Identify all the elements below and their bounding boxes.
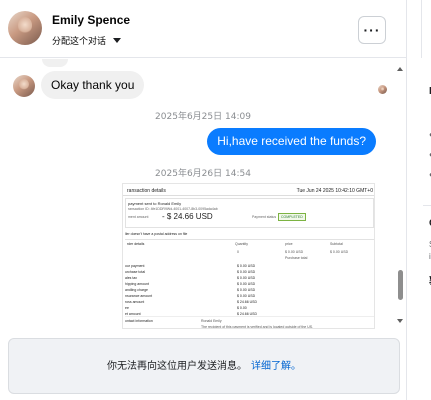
col-price: price bbox=[285, 242, 293, 246]
message-timestamp: 2025年6月26日 14:54 bbox=[155, 169, 251, 179]
read-receipt-avatar bbox=[378, 85, 387, 94]
cannot-message-text: 你无法再向这位用户发送消息。 bbox=[107, 361, 247, 372]
order-details-label: rder details bbox=[127, 242, 145, 246]
receipt-order-details: rder details Quantity price Subtotal 0 $… bbox=[125, 239, 374, 261]
scroll-down-arrow-icon[interactable] bbox=[397, 319, 403, 323]
col-subtotal: Subtotal bbox=[330, 242, 343, 246]
receipt-date: Tue Jun 24 2025 10:42:10 GMT+0 bbox=[296, 188, 373, 194]
receipt-sent-to: payment sent to Ronald Emily bbox=[128, 201, 182, 206]
assign-conversation-dropdown[interactable]: 分配这个对话 bbox=[52, 34, 122, 47]
transaction-receipt-image[interactable]: ransaction details Tue Jun 24 2025 10:42… bbox=[122, 183, 375, 329]
sender-avatar bbox=[13, 75, 35, 97]
messenger-window: Emily Spence 分配这个对话 ··· Okay thank you 2… bbox=[0, 0, 431, 400]
right-panel-divider bbox=[423, 205, 431, 206]
right-details-panel: F ● ● ● C S i 敦 bbox=[406, 0, 431, 400]
order-price: $ 0.00 USD bbox=[285, 250, 304, 254]
message-timestamp: 2025年6月25日 14:09 bbox=[155, 112, 251, 122]
receipt-header: ransaction details Tue Jun 24 2025 10:42… bbox=[123, 186, 374, 196]
cannot-message-notice: 你无法再向这位用户发送消息。 详细了解。 bbox=[8, 338, 400, 394]
more-options-button[interactable]: ··· bbox=[358, 16, 386, 44]
order-qty: 0 bbox=[237, 250, 239, 254]
caret-down-icon bbox=[113, 38, 122, 43]
contact-avatar[interactable] bbox=[8, 11, 42, 45]
scrollbar-thumb[interactable] bbox=[398, 270, 403, 300]
receipt-title: ransaction details bbox=[127, 188, 166, 194]
receipt-status-label: Payment status bbox=[252, 215, 277, 219]
order-handling: Purchase total bbox=[285, 256, 308, 260]
receipt-contact-info: ontact information Ronald Emily The reci… bbox=[125, 316, 374, 329]
outgoing-message[interactable]: Hi,have received the funds? bbox=[207, 128, 376, 155]
receipt-note: ller doesn't have a postal address on fi… bbox=[125, 232, 188, 236]
contact-info-desc: The recipient of this payment is verifie… bbox=[201, 325, 314, 329]
col-quantity: Quantity bbox=[235, 242, 249, 246]
previous-message-bubble bbox=[42, 59, 68, 67]
contact-info-name: Ronald Emily bbox=[201, 319, 222, 323]
order-subtotal: $ 0.00 USD bbox=[330, 250, 349, 254]
receipt-summary: payment sent to Ronald Emily ransaction … bbox=[125, 198, 374, 228]
contact-name[interactable]: Emily Spence bbox=[52, 13, 130, 27]
conversation-header: Emily Spence 分配这个对话 ··· bbox=[0, 0, 406, 58]
receipt-transaction-id: ransaction ID: 4fe1DDR9Wd-4001-4007-8b3-… bbox=[128, 207, 218, 211]
incoming-message[interactable]: Okay thank you bbox=[41, 71, 145, 99]
assign-conversation-label: 分配这个对话 bbox=[52, 37, 107, 47]
scroll-up-arrow-icon[interactable] bbox=[397, 67, 403, 71]
right-panel-header bbox=[421, 0, 431, 58]
receipt-amount-label: ment amount bbox=[128, 215, 149, 219]
receipt-status-badge: COMPLETED bbox=[278, 213, 306, 221]
contact-info-label: ontact information bbox=[125, 319, 153, 323]
more-dots-icon: ··· bbox=[363, 22, 381, 38]
message-thread[interactable]: Okay thank you 2025年6月25日 14:09 Hi,have … bbox=[0, 59, 406, 329]
receipt-amount: - $ 24.66 USD bbox=[162, 212, 213, 221]
learn-more-link[interactable]: 详细了解。 bbox=[251, 361, 301, 372]
